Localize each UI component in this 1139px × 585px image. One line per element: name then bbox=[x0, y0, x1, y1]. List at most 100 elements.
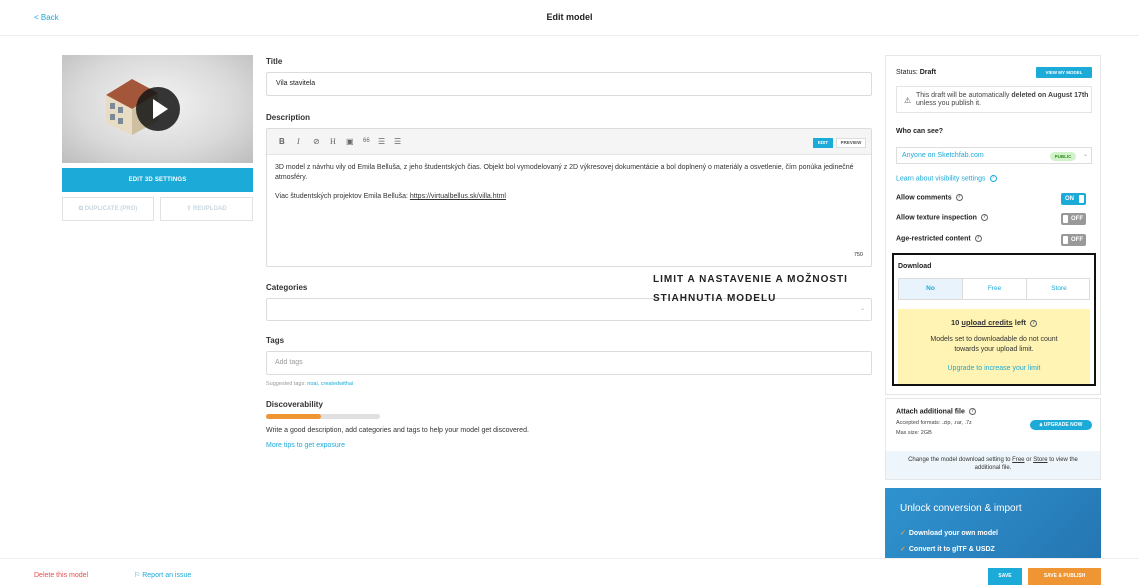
title-label: Title bbox=[266, 57, 283, 66]
save-button[interactable]: SAVE bbox=[988, 568, 1022, 585]
title-input[interactable]: Vila stavitela bbox=[266, 72, 872, 96]
public-badge: PUBLIC bbox=[1050, 152, 1076, 161]
footer-bar: Delete this model ⚐ Report an issue SAVE… bbox=[0, 558, 1139, 585]
upload-icon: ⇧ bbox=[186, 206, 194, 212]
unlock-item: Convert it to glTF & USDZ bbox=[900, 545, 995, 553]
report-issue-link[interactable]: ⚐ Report an issue bbox=[134, 571, 191, 579]
discoverability-text: Write a good description, add categories… bbox=[266, 427, 529, 434]
visibility-title: Who can see? bbox=[896, 128, 944, 135]
warning-icon: ⚠ bbox=[904, 96, 912, 105]
download-title: Download bbox=[898, 263, 932, 270]
download-tab-free[interactable]: Free bbox=[963, 279, 1027, 299]
description-paragraph-2: Viac študentských projektov Emila Belluš… bbox=[275, 192, 860, 202]
upgrade-now-button[interactable]: 🔒︎ UPGRADE NOW bbox=[1030, 420, 1092, 430]
quote-icon[interactable]: 66 bbox=[363, 138, 370, 144]
model-thumbnail[interactable] bbox=[62, 55, 253, 163]
upload-credits-box: 10 upload credits left? Models set to do… bbox=[898, 309, 1090, 384]
visibility-select[interactable]: Anyone on Sketchfab.com PUBLIC ⌄ bbox=[896, 147, 1092, 164]
draft-notice-text: This draft will be automatically deleted… bbox=[916, 92, 1091, 108]
suggested-tags-prefix: Suggested tags: bbox=[266, 381, 308, 387]
unlock-item: Download your own model bbox=[900, 529, 998, 537]
categories-label: Categories bbox=[266, 283, 308, 292]
reupload-button[interactable]: ⇧ REUPLOAD bbox=[160, 197, 253, 221]
download-tab-no[interactable]: No bbox=[899, 279, 963, 299]
reupload-label: REUPLOAD bbox=[193, 206, 227, 212]
foot-pre: Change the model download setting to bbox=[908, 457, 1013, 463]
discoverability-label: Discoverability bbox=[266, 400, 323, 409]
description-label: Description bbox=[266, 113, 311, 122]
credits-note: Models set to downloadable do not count … bbox=[930, 336, 1058, 353]
duplicate-label: DUPLICATE (PRO) bbox=[84, 206, 138, 212]
edit-3d-settings-button[interactable]: EDIT 3D SETTINGS bbox=[62, 168, 253, 192]
ordered-list-icon[interactable]: ☰ bbox=[378, 137, 385, 146]
status-value: Draft bbox=[919, 69, 937, 76]
age-restricted-label: Age-restricted content bbox=[896, 235, 971, 243]
foot-or: or bbox=[1024, 457, 1034, 463]
download-tabs: No Free Store bbox=[898, 278, 1090, 300]
save-publish-button[interactable]: SAVE & PUBLISH bbox=[1028, 568, 1101, 585]
credits-suffix: left bbox=[1012, 318, 1027, 327]
allow-comments-toggle[interactable]: ON bbox=[1061, 193, 1086, 205]
accepted-formats: Accepted formats: .zip, .rar, .7z bbox=[896, 420, 972, 426]
description-link[interactable]: https://virtualbellus.sk/villa.html bbox=[410, 193, 506, 200]
play-icon[interactable] bbox=[136, 87, 180, 131]
download-section: Download No Free Store 10 upload credits… bbox=[892, 253, 1096, 386]
help-icon: ? bbox=[974, 235, 982, 242]
credits-line: 10 upload credits left? bbox=[898, 318, 1090, 327]
duplicate-button[interactable]: ⧉ DUPLICATE (PRO) bbox=[62, 197, 154, 221]
help-icon: ? bbox=[980, 214, 988, 221]
italic-icon[interactable]: I bbox=[297, 137, 300, 146]
help-icon: ? bbox=[968, 408, 976, 415]
exposure-tips-link[interactable]: More tips to get exposure bbox=[266, 442, 345, 449]
image-icon[interactable]: ▣ bbox=[346, 137, 354, 146]
chevron-down-icon: ⌄ bbox=[1083, 152, 1089, 158]
allow-comments-row: Allow comments? bbox=[896, 194, 963, 201]
status-label: Status: bbox=[896, 69, 920, 76]
upgrade-limit-link[interactable]: Upgrade to increase your limit bbox=[898, 365, 1090, 372]
upgrade-now-label: UPGRADE NOW bbox=[1043, 422, 1083, 428]
attach-title: Attach additional file bbox=[896, 408, 965, 416]
tags-label: Tags bbox=[266, 336, 285, 345]
description-text[interactable]: 3D model z návrhu vily od Emila Belluša,… bbox=[275, 163, 860, 212]
visibility-help-link[interactable]: Learn about visibility settings? bbox=[896, 175, 997, 182]
bold-icon[interactable]: B bbox=[279, 137, 285, 146]
page-title: Edit model bbox=[546, 12, 593, 22]
age-restricted-toggle[interactable]: OFF bbox=[1061, 234, 1086, 246]
suggested-tags: Suggested tags: noai, createdwithai bbox=[266, 381, 353, 387]
chevron-down-icon: ⌄ bbox=[859, 306, 865, 312]
delete-model-link[interactable]: Delete this model bbox=[34, 572, 88, 579]
annotation-line-2: STIAHNUTIA MODELU bbox=[653, 293, 777, 304]
description-paragraph-1: 3D model z návrhu vily od Emila Belluša,… bbox=[275, 164, 854, 181]
draft-pre: This draft will be automatically bbox=[916, 92, 1012, 99]
unlock-title: Unlock conversion & import bbox=[900, 503, 1022, 514]
char-count: 750 bbox=[853, 252, 863, 258]
heading-icon[interactable]: H bbox=[330, 137, 336, 146]
description-editor[interactable]: B I ⊘ H ▣ 66 ☰ ☰ EDIT PREVIEW 3D model z… bbox=[266, 128, 872, 267]
description-p2-prefix: Viac študentských projektov Emila Belluš… bbox=[275, 193, 410, 200]
discoverability-fill bbox=[266, 414, 321, 419]
editor-preview-tab[interactable]: PREVIEW bbox=[836, 138, 866, 148]
report-issue-label: Report an issue bbox=[142, 572, 192, 579]
discoverability-bar bbox=[266, 414, 380, 419]
editor-toolbar: B I ⊘ H ▣ 66 ☰ ☰ EDIT PREVIEW bbox=[267, 129, 871, 155]
credits-num: 10 bbox=[950, 318, 960, 327]
allow-texture-row: Allow texture inspection? bbox=[896, 214, 988, 221]
allow-texture-toggle[interactable]: OFF bbox=[1061, 213, 1086, 225]
suggested-tags-list[interactable]: noai, createdwithai bbox=[307, 381, 353, 387]
upload-credits-link[interactable]: upload credits bbox=[961, 318, 1012, 327]
tags-input[interactable]: Add tags bbox=[266, 351, 872, 375]
link-icon[interactable]: ⊘ bbox=[313, 137, 320, 146]
age-restricted-row: Age-restricted content? bbox=[896, 235, 982, 242]
foot-store-link[interactable]: Store bbox=[1033, 457, 1047, 463]
unlock-promo[interactable]: Unlock conversion & import Download your… bbox=[885, 488, 1101, 558]
allow-comments-label: Allow comments bbox=[896, 194, 952, 202]
attach-file-section: Attach additional file? Accepted formats… bbox=[885, 398, 1101, 480]
bullet-list-icon[interactable]: ☰ bbox=[394, 137, 401, 146]
foot-free-link[interactable]: Free bbox=[1012, 457, 1024, 463]
draft-post: unless you publish it. bbox=[916, 100, 981, 107]
editor-edit-tab[interactable]: EDIT bbox=[813, 138, 833, 148]
annotation-line-1: LIMIT A NASTAVENIE A MOŽNOSTI bbox=[653, 274, 848, 285]
view-my-model-button[interactable]: VIEW MY MODEL bbox=[1036, 67, 1092, 78]
help-icon: ? bbox=[989, 175, 997, 182]
download-tab-store[interactable]: Store bbox=[1027, 279, 1091, 299]
